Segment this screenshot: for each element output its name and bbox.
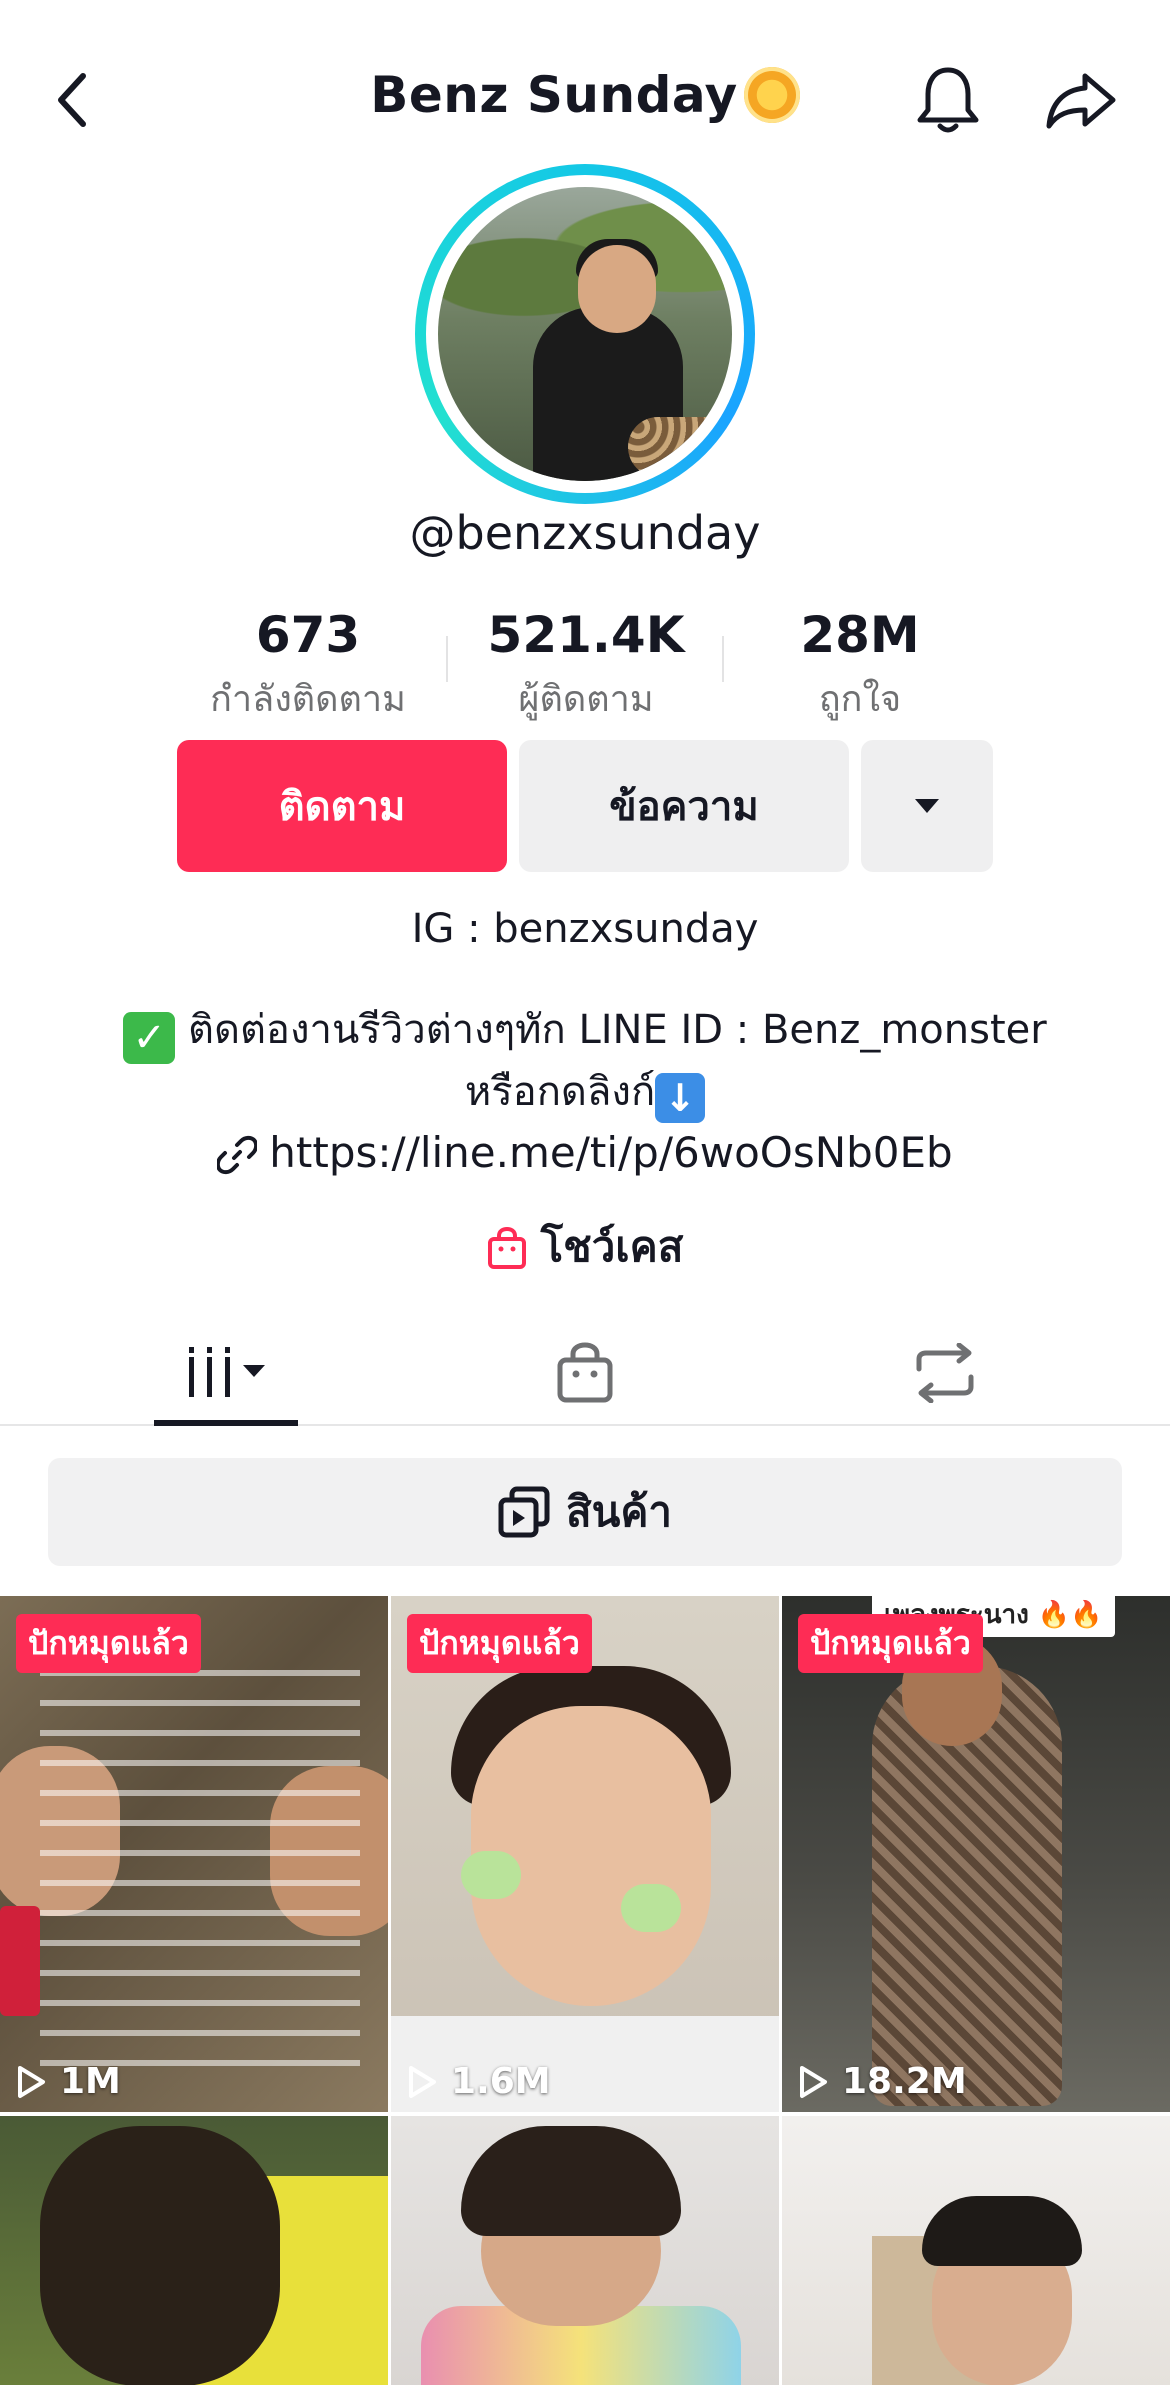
followers-label: ผู้ติดตาม — [518, 679, 654, 720]
tab-videos[interactable] — [154, 1322, 298, 1426]
down-arrow-emoji-icon: ↓ — [655, 1073, 706, 1123]
following-stat[interactable]: 673 กำลังติดตาม — [178, 606, 438, 727]
view-count: 18.2M — [798, 2061, 967, 2102]
pinned-badge: ปักหมุดแล้ว — [16, 1614, 201, 1673]
tab-shop[interactable] — [520, 1322, 650, 1424]
follow-button[interactable]: ติดตาม — [177, 740, 507, 872]
profile-display-name: Benz Sunday — [370, 66, 738, 124]
shopping-bag-icon — [487, 1226, 526, 1269]
shop-tab-icon — [557, 1342, 613, 1403]
dropdown-caret-icon — [915, 799, 939, 813]
likes-label: ถูกใจ — [818, 679, 902, 720]
video-grid: ปักหมุดแล้ว 1M ปักหมุดแล้ว 1.6M เพลงพระน… — [0, 1596, 1170, 2385]
showcase-label: โชว์เคส — [540, 1222, 684, 1271]
following-label: กำลังติดตาม — [210, 679, 406, 720]
view-count: 1.6M — [407, 2061, 551, 2102]
avatar-face — [578, 245, 656, 333]
likes-count: 28M — [800, 606, 920, 664]
play-icon — [800, 2065, 827, 2098]
play-icon — [18, 2065, 45, 2098]
repost-icon — [916, 1343, 974, 1403]
video-thumbnail[interactable] — [0, 2116, 388, 2385]
video-thumbnail[interactable] — [782, 2116, 1170, 2385]
message-button[interactable]: ข้อความ — [519, 740, 849, 872]
bio-contact-text-2: หรือกดลิงก์ — [464, 1069, 656, 1115]
heart-sticker-icon — [621, 1884, 681, 1932]
link-icon — [216, 1135, 259, 1175]
page-title: Benz Sunday — [0, 66, 1170, 127]
bio-contact: ✓ ติดต่องานรีวิวต่างๆทัก LINE ID : Benz_… — [0, 1002, 1170, 1123]
video-thumbnail[interactable]: ปักหมุดแล้ว 1M — [0, 1596, 388, 2112]
profile-actions: ติดตาม ข้อความ — [0, 740, 1170, 872]
thumbnail-image — [40, 2126, 280, 2385]
thumbnail-caption-text — [40, 1656, 360, 2076]
username: @benzxsunday — [409, 506, 761, 560]
heart-sticker-icon — [461, 1851, 521, 1899]
thumbnail-image — [461, 2126, 681, 2236]
bell-icon — [917, 67, 979, 133]
video-thumbnail[interactable] — [391, 2116, 779, 2385]
stat-divider — [722, 636, 724, 682]
video-thumbnail[interactable]: ปักหมุดแล้ว 1.6M — [391, 1596, 779, 2112]
avatar — [438, 187, 732, 481]
video-thumbnail[interactable]: เพลงพระนาง 🔥🔥 ปักหมุดแล้ว 18.2M — [782, 1596, 1170, 2112]
check-mark-emoji-icon: ✓ — [123, 1012, 176, 1064]
share-icon — [1046, 73, 1116, 129]
likes-stat[interactable]: 28M ถูกใจ — [730, 606, 990, 727]
bio-contact-text: ติดต่องานรีวิวต่างๆทัก LINE ID : Benz_mo… — [188, 1007, 1047, 1053]
products-icon — [498, 1486, 550, 1538]
pinned-badge: ปักหมุดแล้ว — [798, 1614, 983, 1673]
stat-divider — [446, 636, 448, 682]
bio-link[interactable]: https://line.me/ti/p/6woOsNb0Eb — [0, 1128, 1170, 1177]
notifications-button[interactable] — [908, 60, 988, 140]
view-count-value: 1.6M — [451, 2061, 551, 2102]
sun-emoji-icon — [743, 66, 800, 123]
followers-stat[interactable]: 521.4K ผู้ติดตาม — [456, 606, 716, 727]
thumbnail-image — [0, 1906, 40, 2016]
avatar-legs — [628, 417, 732, 477]
content-tabs — [0, 1322, 1170, 1426]
avatar-story-ring[interactable] — [415, 164, 755, 504]
showcase-button[interactable]: โชว์เคส — [0, 1214, 1170, 1280]
tab-repost[interactable] — [880, 1322, 1010, 1424]
pinned-badge: ปักหมุดแล้ว — [407, 1614, 592, 1673]
view-count-value: 18.2M — [842, 2061, 967, 2102]
avatar-border — [426, 175, 744, 493]
view-count-value: 1M — [60, 2061, 121, 2102]
videos-grid-icon — [185, 1347, 265, 1397]
suggested-accounts-button[interactable] — [861, 740, 993, 872]
play-icon — [409, 2065, 436, 2098]
view-count: 1M — [16, 2061, 121, 2102]
thumbnail-image — [922, 2196, 1082, 2266]
profile-stats: 673 กำลังติดตาม 521.4K ผู้ติดตาม 28M ถูก… — [0, 606, 1170, 720]
share-button[interactable] — [1036, 60, 1126, 140]
products-button[interactable]: สินค้า — [48, 1458, 1122, 1566]
bio-link-text: https://line.me/ti/p/6woOsNb0Eb — [269, 1128, 953, 1177]
products-label: สินค้า — [565, 1487, 673, 1536]
followers-count: 521.4K — [487, 606, 685, 664]
bio-instagram: IG : benzxsunday — [411, 906, 759, 952]
following-count: 673 — [255, 606, 361, 664]
